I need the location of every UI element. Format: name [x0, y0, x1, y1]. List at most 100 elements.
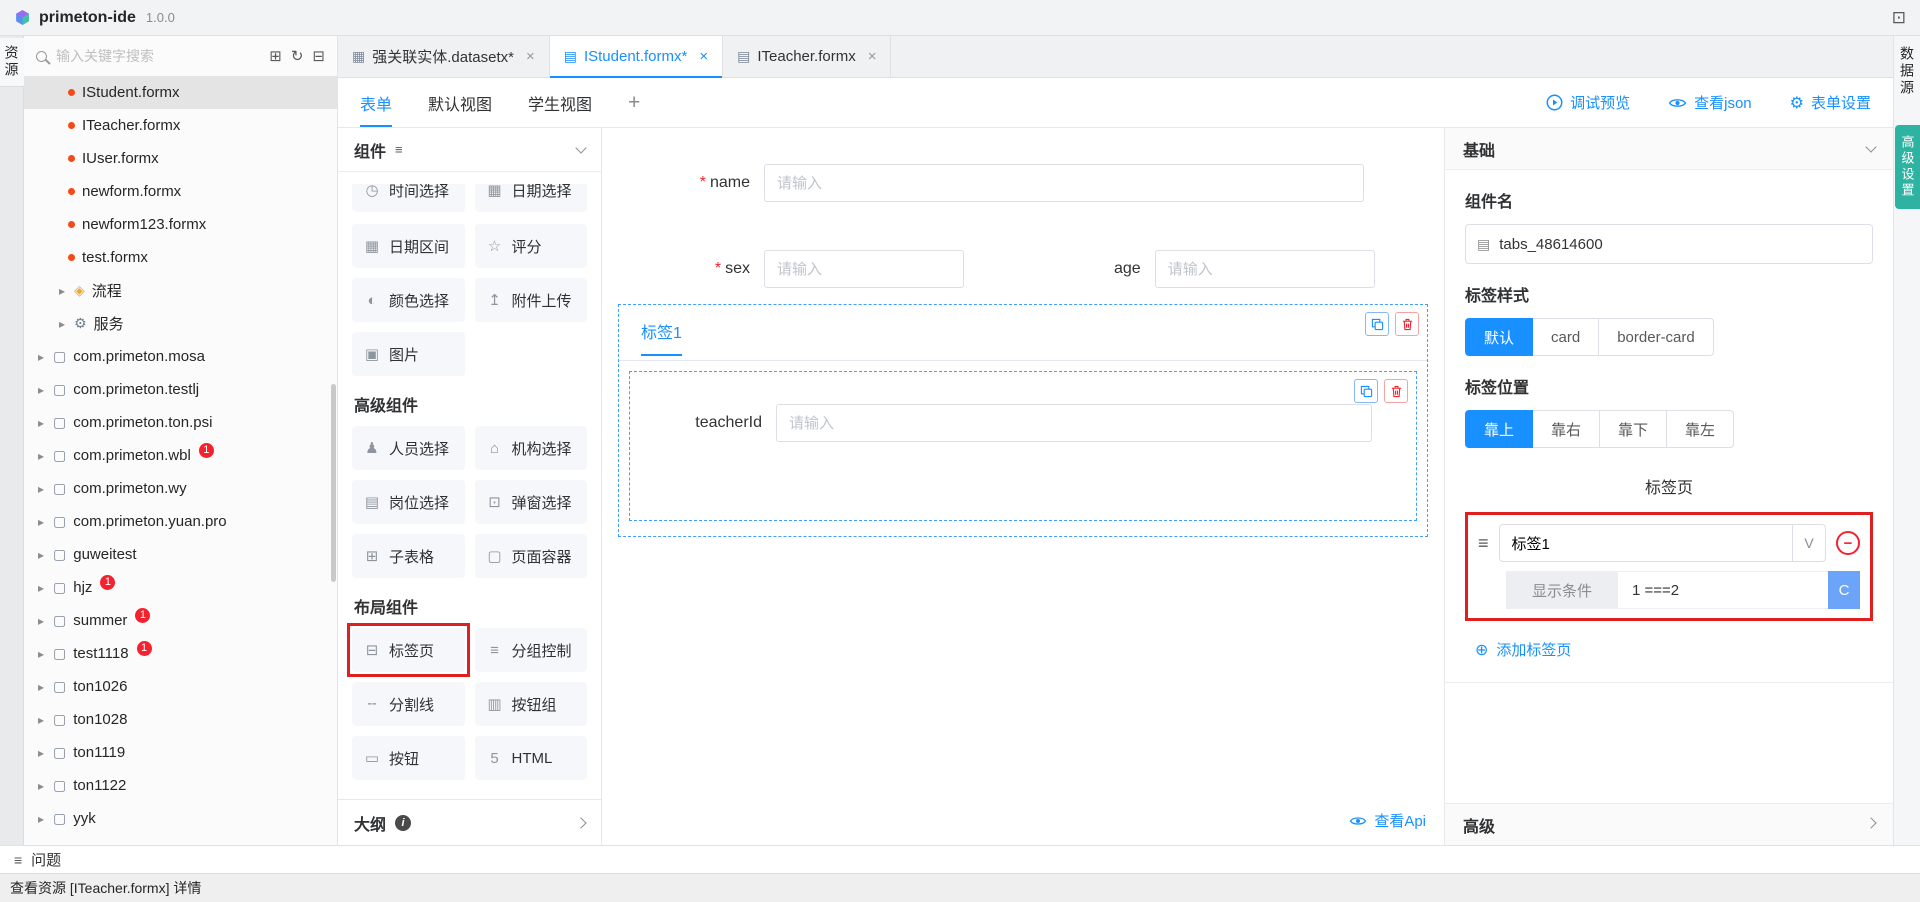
copy-widget-button[interactable]: [1365, 312, 1389, 336]
tree-item-istudent-formx[interactable]: IStudent.formx: [24, 76, 337, 109]
caret-icon[interactable]: ▸: [36, 416, 46, 430]
caret-icon[interactable]: ▸: [57, 317, 67, 331]
caret-icon[interactable]: ▸: [36, 812, 46, 826]
refresh-icon[interactable]: ↻: [291, 47, 304, 65]
condition-value[interactable]: 1 ===2: [1618, 571, 1828, 609]
palette-item-html[interactable]: 5HTML: [475, 736, 588, 780]
caret-icon[interactable]: ▸: [36, 383, 46, 397]
palette-item-divider[interactable]: ╌分割线: [352, 682, 465, 726]
tree-item-test1118[interactable]: ▸▢test11181: [24, 637, 337, 670]
tree-item-com-primeton-ton-psi[interactable]: ▸▢com.primeton.ton.psi: [24, 406, 337, 439]
tree-item-test-formx[interactable]: test.formx: [24, 241, 337, 274]
caret-icon[interactable]: ▸: [36, 350, 46, 364]
tree-item-guweitest[interactable]: ▸▢guweitest: [24, 538, 337, 571]
add-view-button[interactable]: +: [628, 91, 640, 115]
chevron-right-icon[interactable]: [1865, 817, 1876, 828]
palette-item-dialog-picker[interactable]: ⊡弹窗选择: [475, 480, 588, 524]
search-input[interactable]: [56, 48, 260, 64]
tree-item-iuser-formx[interactable]: IUser.formx: [24, 142, 337, 175]
tab-position-right-button[interactable]: 靠右: [1532, 410, 1600, 448]
section-basic[interactable]: 基础: [1445, 128, 1893, 170]
view-api-link[interactable]: 查看Api: [1331, 796, 1444, 845]
caret-icon[interactable]: ▸: [36, 713, 46, 727]
palette-item-color-picker[interactable]: ◐颜色选择: [352, 278, 465, 322]
caret-icon[interactable]: ▸: [36, 614, 46, 628]
rail-tab-advanced-settings[interactable]: 高级设置: [1895, 125, 1920, 209]
v-button[interactable]: V: [1792, 524, 1826, 562]
palette-item-time-picker[interactable]: ◷时间选择: [352, 184, 465, 212]
palette-item-person-picker[interactable]: ♟人员选择: [352, 426, 465, 470]
remove-tab-button[interactable]: −: [1836, 531, 1860, 555]
palette-item-post-picker[interactable]: ▤岗位选择: [352, 480, 465, 524]
teacherid-input[interactable]: [776, 404, 1372, 442]
tree-item-hjz[interactable]: ▸▢hjz1: [24, 571, 337, 604]
tree-item-yyk[interactable]: ▸▢yyk: [24, 802, 337, 835]
tree-item-flow[interactable]: ▸◈流程: [24, 274, 337, 307]
tree-item-newform-formx[interactable]: newform.formx: [24, 175, 337, 208]
chevron-down-icon[interactable]: [575, 142, 586, 153]
close-icon[interactable]: ×: [526, 48, 535, 65]
tree-item-service[interactable]: ▸⚙服务: [24, 307, 337, 340]
component-name-input[interactable]: [1499, 236, 1861, 253]
caret-icon[interactable]: ▸: [36, 449, 46, 463]
caret-icon[interactable]: ▸: [36, 581, 46, 595]
close-icon[interactable]: ×: [699, 48, 708, 65]
doc-tab-iteacher[interactable]: ▤ ITeacher.formx ×: [723, 36, 891, 77]
palette-item-file-upload[interactable]: ↥附件上传: [475, 278, 588, 322]
tree-item-com-primeton-testlj[interactable]: ▸▢com.primeton.testlj: [24, 373, 337, 406]
tab-position-left-button[interactable]: 靠左: [1666, 410, 1734, 448]
problems-bar[interactable]: ≡ 问题: [0, 845, 1920, 873]
tree-item-ton1122[interactable]: ▸▢ton1122: [24, 769, 337, 802]
view-tab-default-view[interactable]: 默认视图: [428, 78, 492, 127]
rail-tab-datasource[interactable]: 数据源: [1897, 46, 1917, 97]
tree-item-newform123-formx[interactable]: newform123.formx: [24, 208, 337, 241]
tab-style-default-button[interactable]: 默认: [1465, 318, 1533, 356]
canvas-tab-1[interactable]: 标签1: [641, 319, 682, 356]
drag-handle-icon[interactable]: ≡: [1478, 533, 1489, 554]
palette-item-tabs[interactable]: ⊟标签页: [352, 628, 465, 672]
palette-item-subtable[interactable]: ⊞子表格: [352, 534, 465, 578]
delete-widget-button[interactable]: [1395, 312, 1419, 336]
new-file-icon[interactable]: ⊞: [269, 47, 282, 65]
tab-position-top-button[interactable]: 靠上: [1465, 410, 1533, 448]
tab-position-bottom-button[interactable]: 靠下: [1599, 410, 1667, 448]
tab-name-input[interactable]: [1499, 524, 1792, 562]
palette-item-date-range[interactable]: ▦日期区间: [352, 224, 465, 268]
tabs-widget[interactable]: 标签1 teacherId: [618, 304, 1428, 537]
palette-item-date-picker[interactable]: ▦日期选择: [475, 184, 588, 212]
caret-icon[interactable]: ▸: [36, 680, 46, 694]
caret-icon[interactable]: ▸: [36, 548, 46, 562]
caret-icon[interactable]: ▸: [36, 482, 46, 496]
form-settings-button[interactable]: ⚙ 表单设置: [1790, 92, 1871, 113]
palette-item-org-picker[interactable]: ⌂机构选择: [475, 426, 588, 470]
tree-item-iteacher-formx[interactable]: ITeacher.formx: [24, 109, 337, 142]
caret-icon[interactable]: ▸: [36, 746, 46, 760]
view-json-button[interactable]: 查看json: [1668, 92, 1752, 113]
rail-tab-resources[interactable]: 资源: [0, 38, 25, 87]
debug-preview-button[interactable]: 调试预览: [1546, 92, 1630, 113]
chevron-right-icon[interactable]: [575, 817, 586, 828]
tree-item-com-primeton-mosa[interactable]: ▸▢com.primeton.mosa: [24, 340, 337, 373]
tree-item-ton1028[interactable]: ▸▢ton1028: [24, 703, 337, 736]
palette-item-group-control[interactable]: ≡分组控制: [475, 628, 588, 672]
palette-item-rating[interactable]: ☆评分: [475, 224, 588, 268]
tree-item-ton1026[interactable]: ▸▢ton1026: [24, 670, 337, 703]
age-input[interactable]: [1155, 250, 1375, 288]
name-input[interactable]: [764, 164, 1364, 202]
tab-style-border-card-button[interactable]: border-card: [1598, 318, 1714, 356]
palette-item-button-group[interactable]: ▥按钮组: [475, 682, 588, 726]
view-tab-form[interactable]: 表单: [360, 78, 392, 127]
sidebar-scrollbar[interactable]: [331, 384, 336, 582]
view-tab-student-view[interactable]: 学生视图: [528, 78, 592, 127]
copy-widget-button[interactable]: [1354, 379, 1378, 403]
palette-item-image[interactable]: ▣图片: [352, 332, 465, 376]
doc-tab-istudent[interactable]: ▤ IStudent.formx* ×: [550, 36, 723, 77]
palette-header[interactable]: 组件 ≡: [338, 128, 601, 172]
tab-pane-widget[interactable]: teacherId: [629, 371, 1417, 521]
tree-item-com-primeton-yuan-pro[interactable]: ▸▢com.primeton.yuan.pro: [24, 505, 337, 538]
tree-item-com-primeton-wbl[interactable]: ▸▢com.primeton.wbl1: [24, 439, 337, 472]
collapse-panel-icon[interactable]: ⊟: [312, 47, 325, 65]
caret-icon[interactable]: ▸: [36, 515, 46, 529]
section-advanced[interactable]: 高级: [1445, 803, 1893, 845]
close-icon[interactable]: ×: [868, 48, 877, 65]
